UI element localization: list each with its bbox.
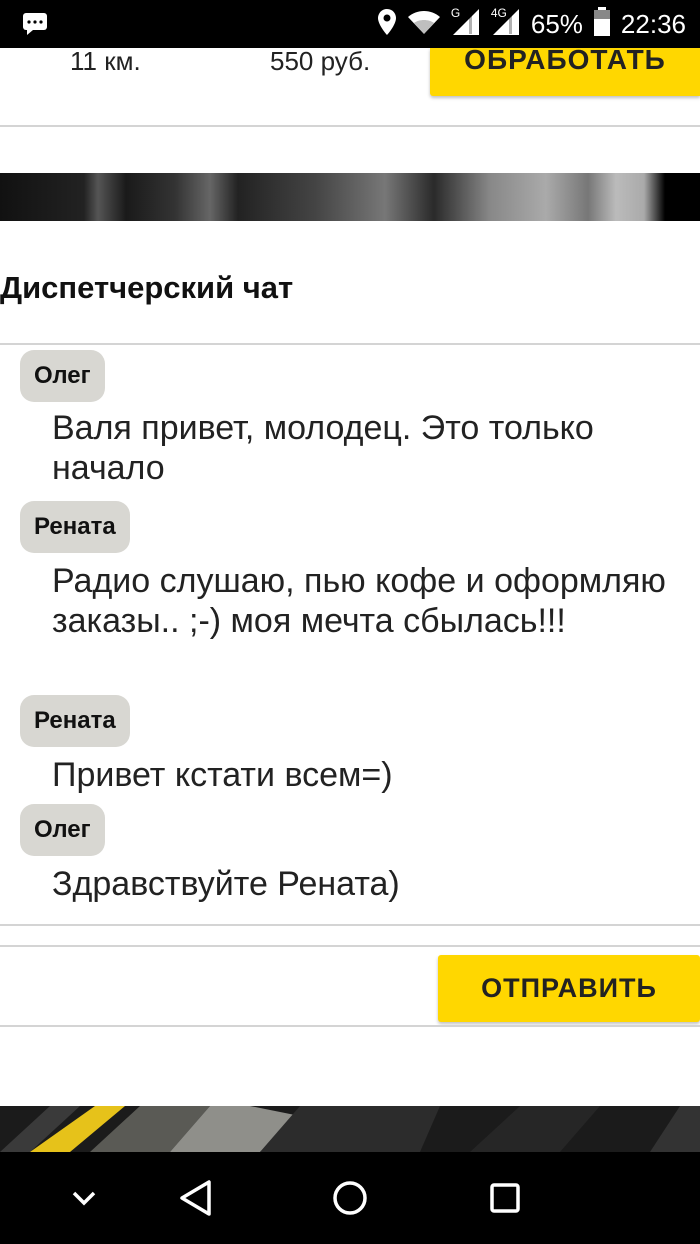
- author-chip[interactable]: Олег: [20, 350, 105, 402]
- network-type-g: G: [450, 5, 461, 20]
- author-chip[interactable]: Рената: [20, 501, 130, 553]
- chat-title: Диспетчерский чат: [0, 270, 294, 305]
- navigation-bar: [0, 1152, 700, 1244]
- message-text: Здравствуйте Рената): [52, 865, 400, 903]
- battery-icon: [593, 6, 611, 42]
- banner-image: [0, 1106, 700, 1152]
- message-icon: [22, 12, 48, 41]
- order-distance: 11 км.: [70, 48, 141, 76]
- wifi-icon: [407, 9, 441, 40]
- author-name: Олег: [34, 816, 91, 843]
- process-order-button[interactable]: ОБРАБОТАТЬ: [430, 48, 700, 96]
- location-icon: [377, 8, 397, 41]
- signal-icon: 4G: [490, 5, 521, 41]
- author-chip[interactable]: Олег: [20, 804, 105, 856]
- message-text: Радио слушаю, пью кофе и оформляю заказы…: [52, 562, 666, 640]
- order-price: 550 руб.: [270, 48, 371, 76]
- status-bar: G 4G 65% 22:36: [0, 0, 700, 48]
- message-text: Валя привет, молодец. Это только начало: [52, 409, 594, 487]
- author-name: Олег: [34, 362, 91, 389]
- send-label: ОТПРАВИТЬ: [481, 973, 657, 1003]
- author-name: Рената: [34, 513, 116, 540]
- clock: 22:36: [620, 9, 686, 39]
- divider: [0, 1025, 700, 1027]
- banner-image: [0, 173, 700, 221]
- signal-icon: G: [450, 5, 481, 41]
- battery-percent: 65%: [530, 9, 583, 39]
- process-order-label: ОБРАБОТАТЬ: [464, 48, 666, 75]
- order-row: 11 км. 550 руб. ОБРАБОТАТЬ: [0, 48, 700, 126]
- home-icon[interactable]: [300, 1152, 400, 1244]
- author-chip[interactable]: Рената: [20, 695, 130, 747]
- chevron-down-icon[interactable]: [34, 1152, 134, 1244]
- divider: [0, 125, 700, 127]
- recents-icon[interactable]: [455, 1152, 555, 1244]
- network-type-4g: 4G: [490, 5, 507, 20]
- compose-row: ОТПРАВИТЬ: [0, 947, 700, 1027]
- message-input[interactable]: [0, 947, 430, 1025]
- divider: [0, 924, 700, 926]
- author-name: Рената: [34, 707, 116, 734]
- send-button[interactable]: ОТПРАВИТЬ: [438, 955, 700, 1022]
- message-text: Привет кстати всем=): [52, 756, 393, 794]
- back-icon[interactable]: [145, 1152, 245, 1244]
- divider: [0, 343, 700, 345]
